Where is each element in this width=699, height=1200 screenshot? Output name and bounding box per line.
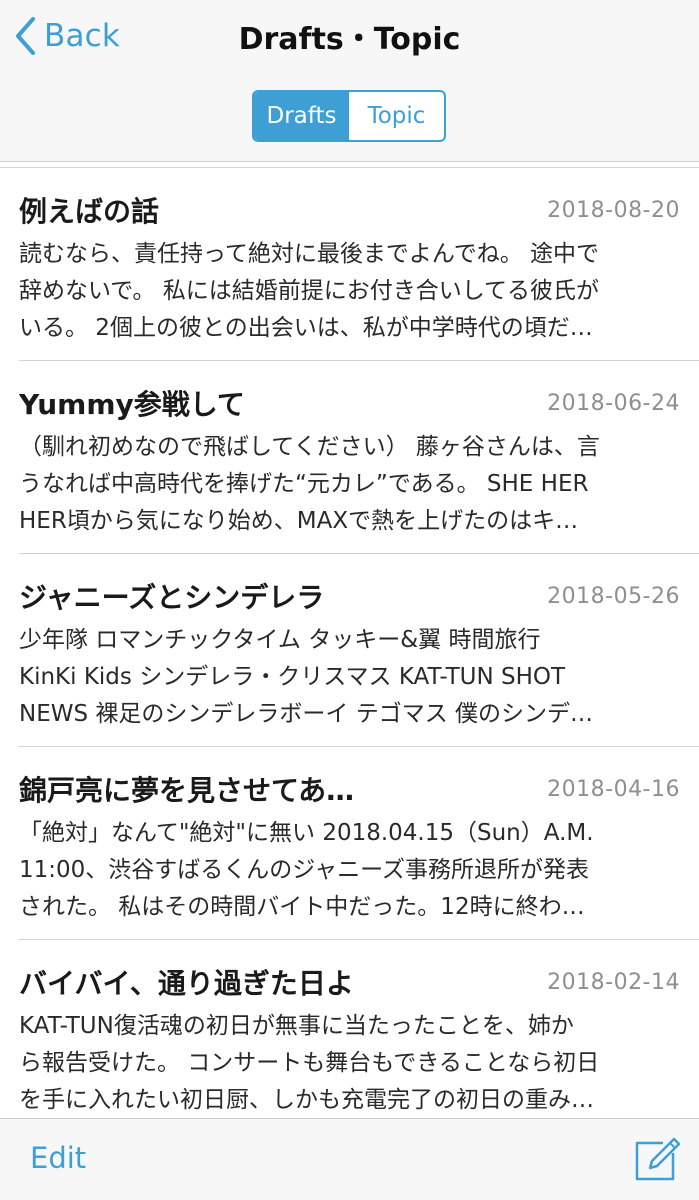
draft-preview: 少年隊 ロマンチックタイム タッキー&翼 時間旅行 KinKi Kids シンデ… [19,622,681,733]
draft-row[interactable]: 例えばの話 2018-08-20 読むなら、責任持って絶対に最後までよんでね。 … [0,168,699,361]
page-title: Drafts・Topic [238,22,461,57]
draft-title: 例えばの話 [19,195,160,228]
draft-date: 2018-08-20 [547,198,680,223]
draft-preview-line: 辞めないで。 私には結婚前提にお付き合いしてる彼氏が [19,278,600,304]
bottom-toolbar: Edit [0,1118,699,1200]
draft-row[interactable]: Yummy参戦して 2018-06-24 （馴れ初めなので飛ばしてください） 藤… [0,361,699,554]
draft-title: ジャニーズとシンデレラ [19,581,325,614]
draft-row[interactable]: 錦戸亮に夢を見させてあ… 2018-04-16 「絶対」なんて"絶対"に無い 2… [0,747,699,940]
drafts-list: 例えばの話 2018-08-20 読むなら、責任持って絶対に最後までよんでね。 … [0,162,699,1118]
draft-preview-line: NEWS 裸足のシンデレラボーイ テゴマス 僕のシンデ… [19,701,594,727]
draft-title: 錦戸亮に夢を見させてあ… [19,774,355,807]
app-screen: Back Drafts・Topic Drafts Topic 例えばの話 201… [0,0,699,1200]
draft-preview-line: 少年隊 ロマンチックタイム タッキー&翼 時間旅行 [19,627,541,653]
segment-topic[interactable]: Topic [349,92,444,140]
draft-preview-line: 読むなら、責任持って絶対に最後までよんでね。 途中で [19,241,600,267]
draft-date: 2018-04-16 [547,777,680,802]
compose-icon [635,1137,681,1181]
draft-row[interactable]: ジャニーズとシンデレラ 2018-05-26 少年隊 ロマンチックタイム タッキ… [0,554,699,747]
draft-preview: 読むなら、責任持って絶対に最後までよんでね。 途中で 辞めないで。 私には結婚前… [19,236,681,347]
draft-title: バイバイ、通り過ぎた日よ [19,967,354,1000]
draft-preview-line: HER頃から気になり始め、MAXで熱を上げたのはキ… [19,508,579,534]
draft-preview-line: KAT-TUN復活魂の初日が無事に当たったことを、姉か [19,1013,574,1039]
draft-preview-line: ら報告受けた。 コンサートも舞台もできることなら初日 [19,1050,600,1076]
draft-preview-line: うなれば中高時代を捧げた“元カレ”である。 SHE HER [19,471,589,497]
draft-preview-line: を手に入れたい初日厨、しかも充電完了の初日の重み… [19,1087,594,1113]
draft-preview-line: KinKi Kids シンデレラ・クリスマス KAT-TUN SHOT [19,664,566,690]
edit-button[interactable]: Edit [30,1141,86,1175]
draft-preview-line: 「絶対」なんて"絶対"に無い 2018.04.15（Sun）A.M. [19,820,594,846]
segment-drafts[interactable]: Drafts [254,92,349,140]
draft-date: 2018-06-24 [547,391,680,416]
compose-button[interactable] [633,1137,681,1183]
draft-date: 2018-02-14 [547,970,680,995]
draft-preview: 「絶対」なんて"絶対"に無い 2018.04.15（Sun）A.M. 11:00… [19,815,681,926]
draft-preview-line: いる。 2個上の彼との出会いは、私が中学時代の頃だ… [19,315,593,341]
segmented-control: Drafts Topic [252,90,446,142]
navigation-bar: Back Drafts・Topic Drafts Topic [0,0,699,162]
draft-preview: KAT-TUN復活魂の初日が無事に当たったことを、姉か ら報告受けた。 コンサー… [19,1008,681,1118]
draft-preview-line: 11:00、渋谷すばるくんのジャニーズ事務所退所が発表 [19,857,589,883]
draft-preview-line: （馴れ初めなので飛ばしてください） 藤ヶ谷さんは、言 [19,434,600,460]
draft-preview-line: された。 私はその時間バイト中だった。12時に終わ… [19,894,585,920]
draft-row[interactable]: バイバイ、通り過ぎた日よ 2018-02-14 KAT-TUN復活魂の初日が無事… [0,940,699,1118]
draft-preview: （馴れ初めなので飛ばしてください） 藤ヶ谷さんは、言 うなれば中高時代を捧げた“… [19,429,681,540]
draft-title: Yummy参戦して [19,388,245,421]
draft-date: 2018-05-26 [547,584,680,609]
